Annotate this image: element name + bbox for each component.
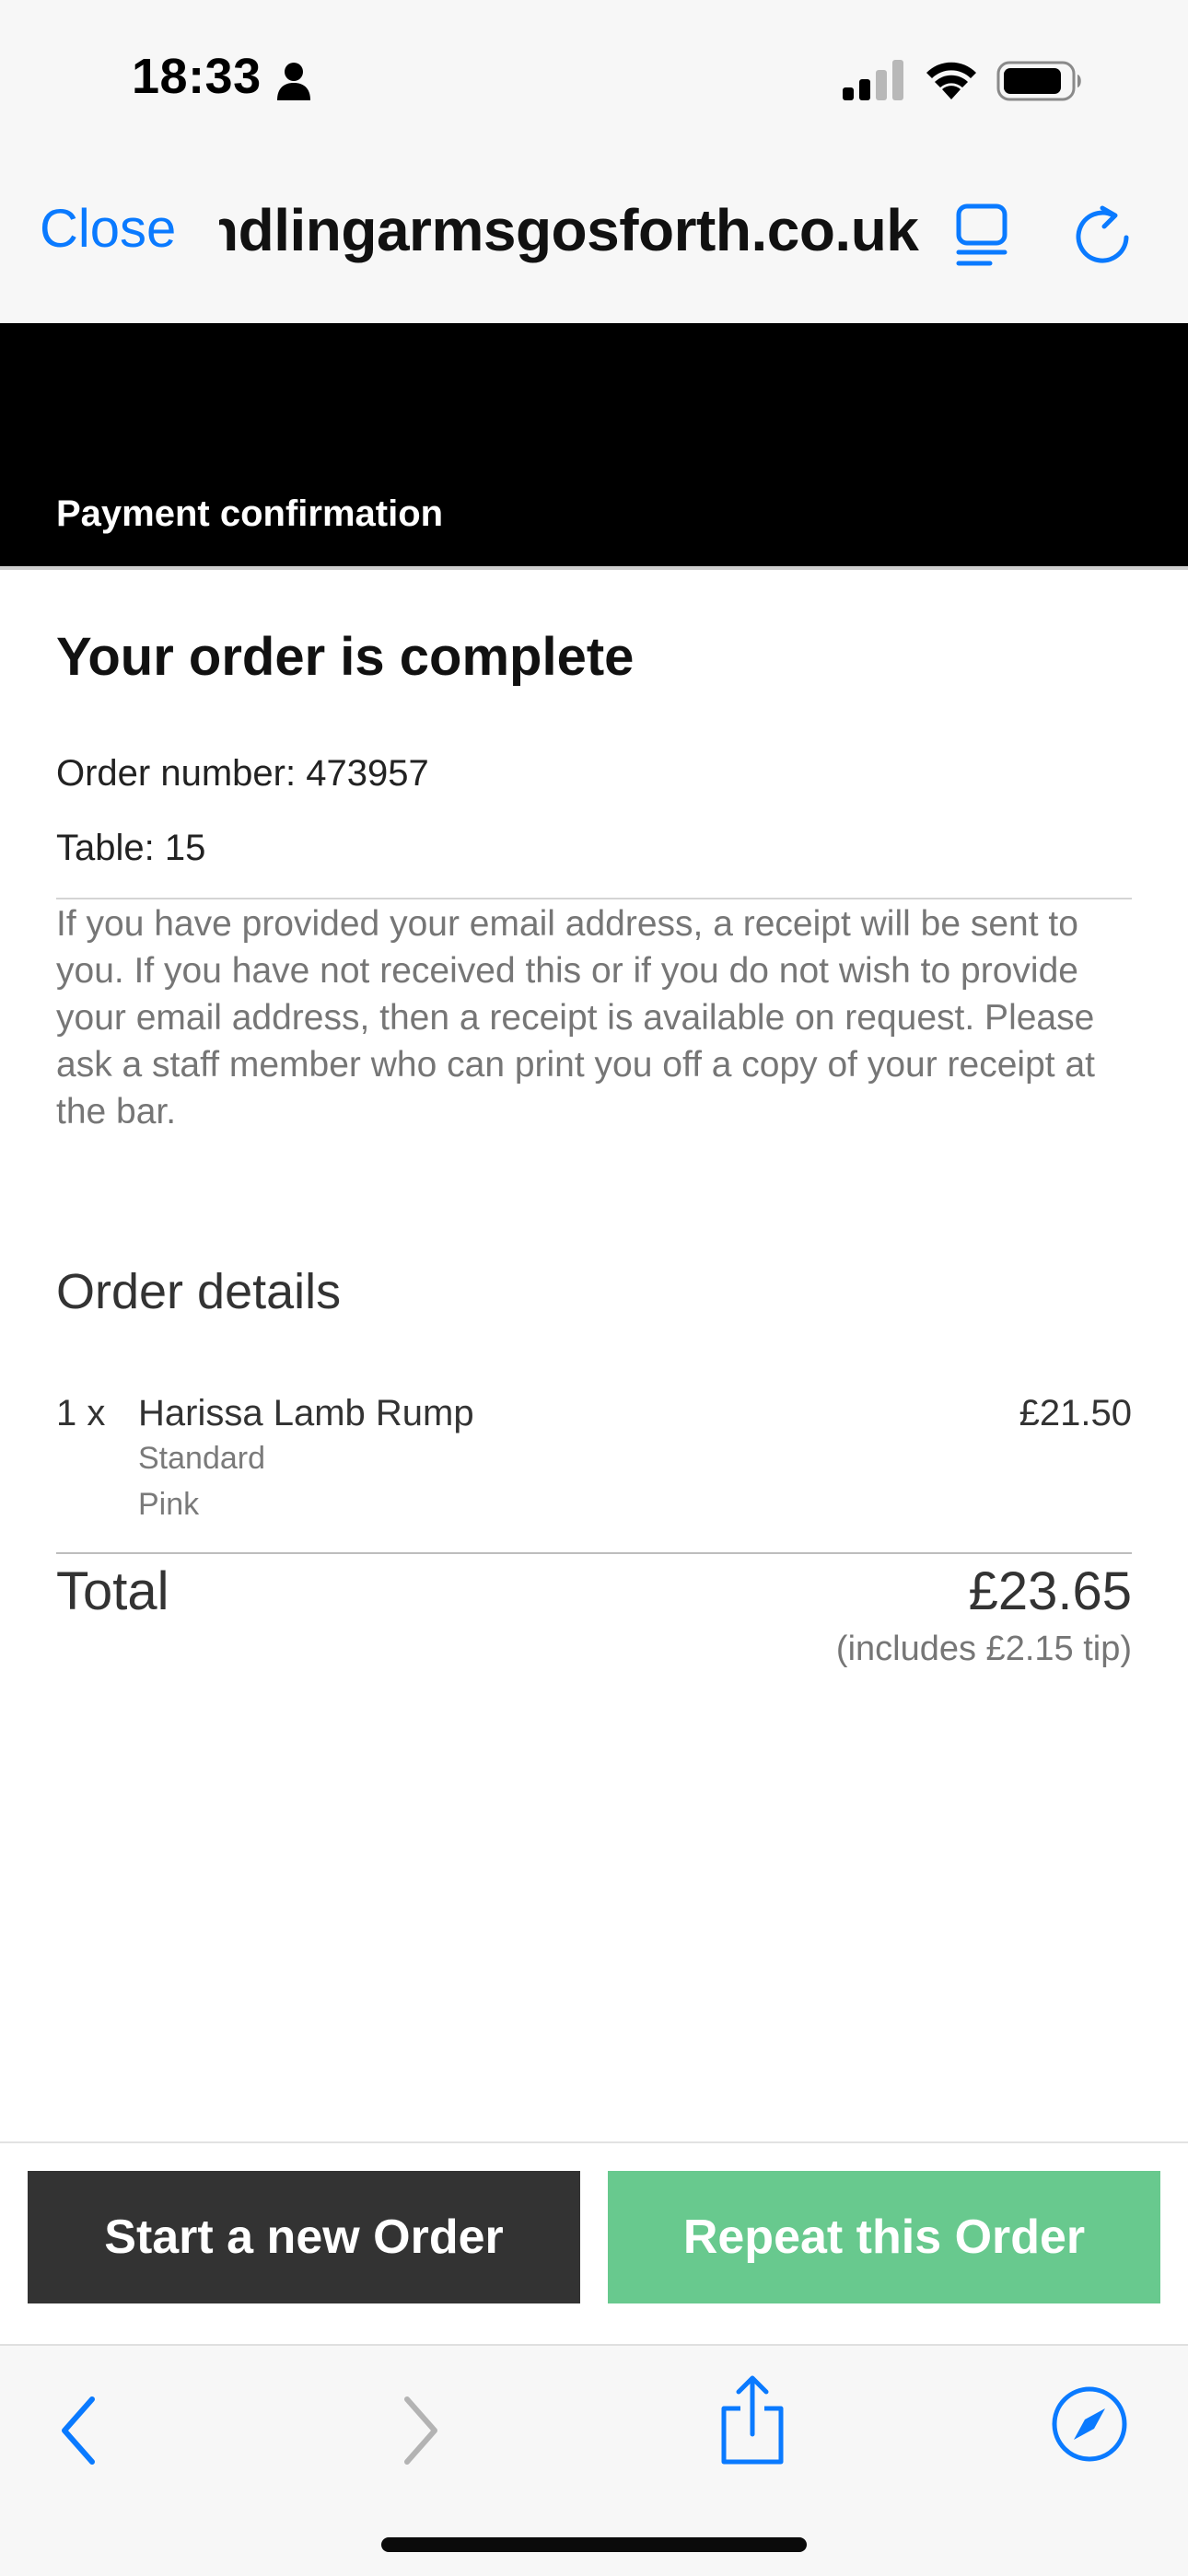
total-divider (56, 1552, 1132, 1554)
receipt-note: If you have provided your email address,… (56, 904, 1095, 1131)
url-text: ndlingarmsgosforth.co.uk (219, 197, 919, 263)
reload-icon[interactable] (1071, 203, 1134, 269)
home-indicator (381, 2537, 807, 2552)
wifi-icon (926, 62, 976, 99)
battery-icon (996, 61, 1081, 101)
forward-icon[interactable] (398, 2394, 444, 2467)
header-divider (0, 566, 1188, 570)
order-details-heading: Order details (56, 1264, 342, 1319)
url-field[interactable]: ndlingarmsgosforth.co.uk (219, 196, 928, 270)
back-icon[interactable] (55, 2394, 101, 2467)
close-button[interactable]: Close (40, 198, 176, 260)
item-name: Harissa Lamb Rump (138, 1393, 474, 1433)
item-quantity: 1 x (56, 1393, 106, 1433)
start-new-order-button[interactable]: Start a new Order (28, 2171, 580, 2303)
reader-icon[interactable] (953, 203, 1014, 269)
divider (56, 898, 1132, 899)
share-icon[interactable] (718, 2373, 786, 2466)
compass-icon[interactable] (1050, 2385, 1129, 2464)
item-price: £21.50 (1019, 1393, 1132, 1433)
repeat-order-button[interactable]: Repeat this Order (608, 2171, 1160, 2303)
signal-icon (843, 60, 903, 100)
person-icon (277, 63, 310, 100)
status-bar: 18:33 (0, 0, 1188, 161)
confirmation-heading: Your order is complete (56, 627, 635, 687)
tip-note: (includes £2.15 tip) (835, 1630, 1132, 1668)
action-bar: Start a new Order Repeat this Order (0, 2141, 1188, 2346)
total-label: Total (56, 1561, 169, 1621)
status-time: 18:33 (132, 49, 262, 104)
browser-bar: Close ndlingarmsgosforth.co.uk (0, 161, 1188, 323)
table-number: Table: 15 (56, 828, 206, 868)
total-value: £23.65 (968, 1561, 1132, 1621)
page-header-title: Payment confirmation (56, 493, 444, 534)
page-header: Payment confirmation (0, 323, 1188, 566)
order-number: Order number: 473957 (56, 753, 429, 794)
item-option: Pink (138, 1487, 200, 1522)
item-option: Standard (138, 1441, 265, 1476)
